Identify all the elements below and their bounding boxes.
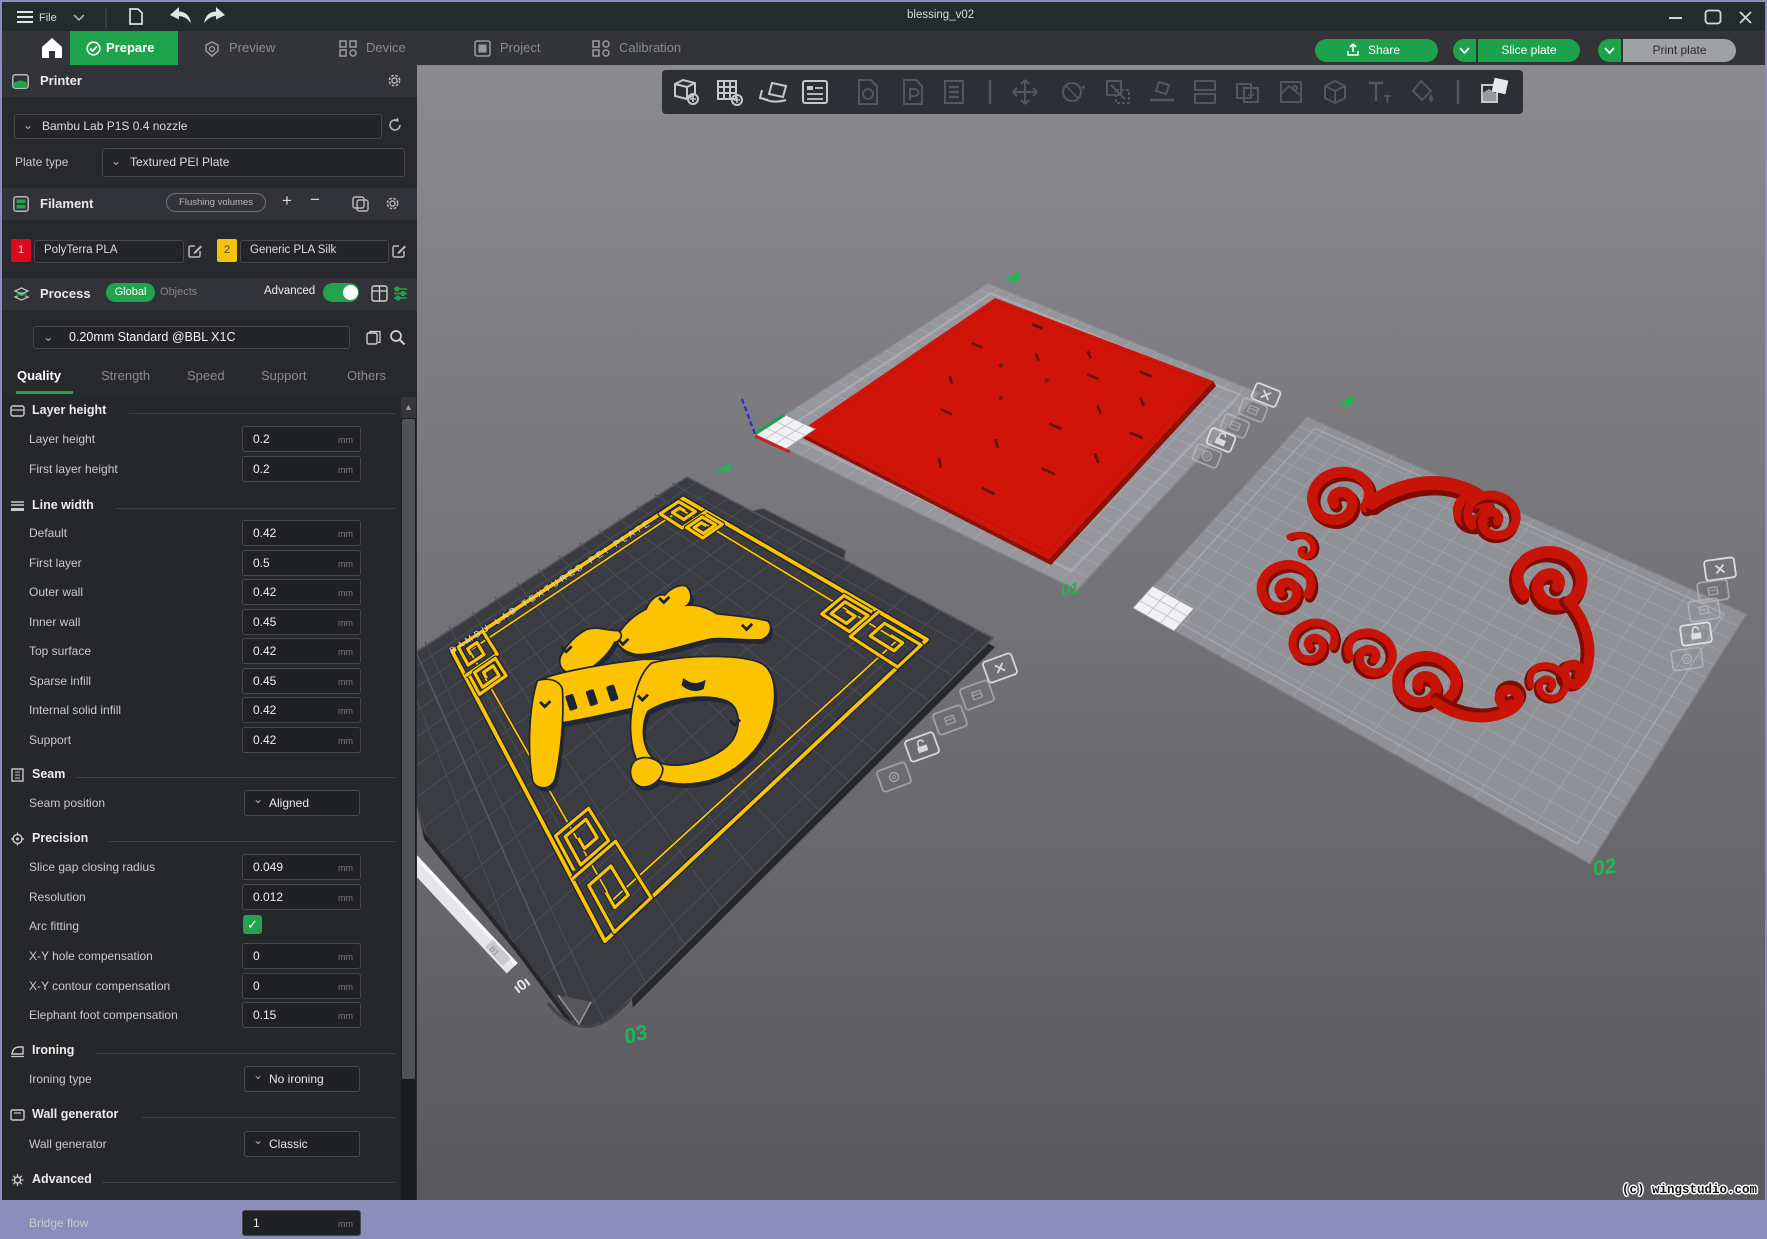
svg-text:02: 02 — [1591, 855, 1618, 881]
svg-text:File: File — [39, 12, 57, 24]
svg-text:03: 03 — [622, 1021, 651, 1049]
svg-text:ı0ı: ı0ı — [510, 974, 534, 998]
svg-text:01: 01 — [1060, 580, 1080, 600]
